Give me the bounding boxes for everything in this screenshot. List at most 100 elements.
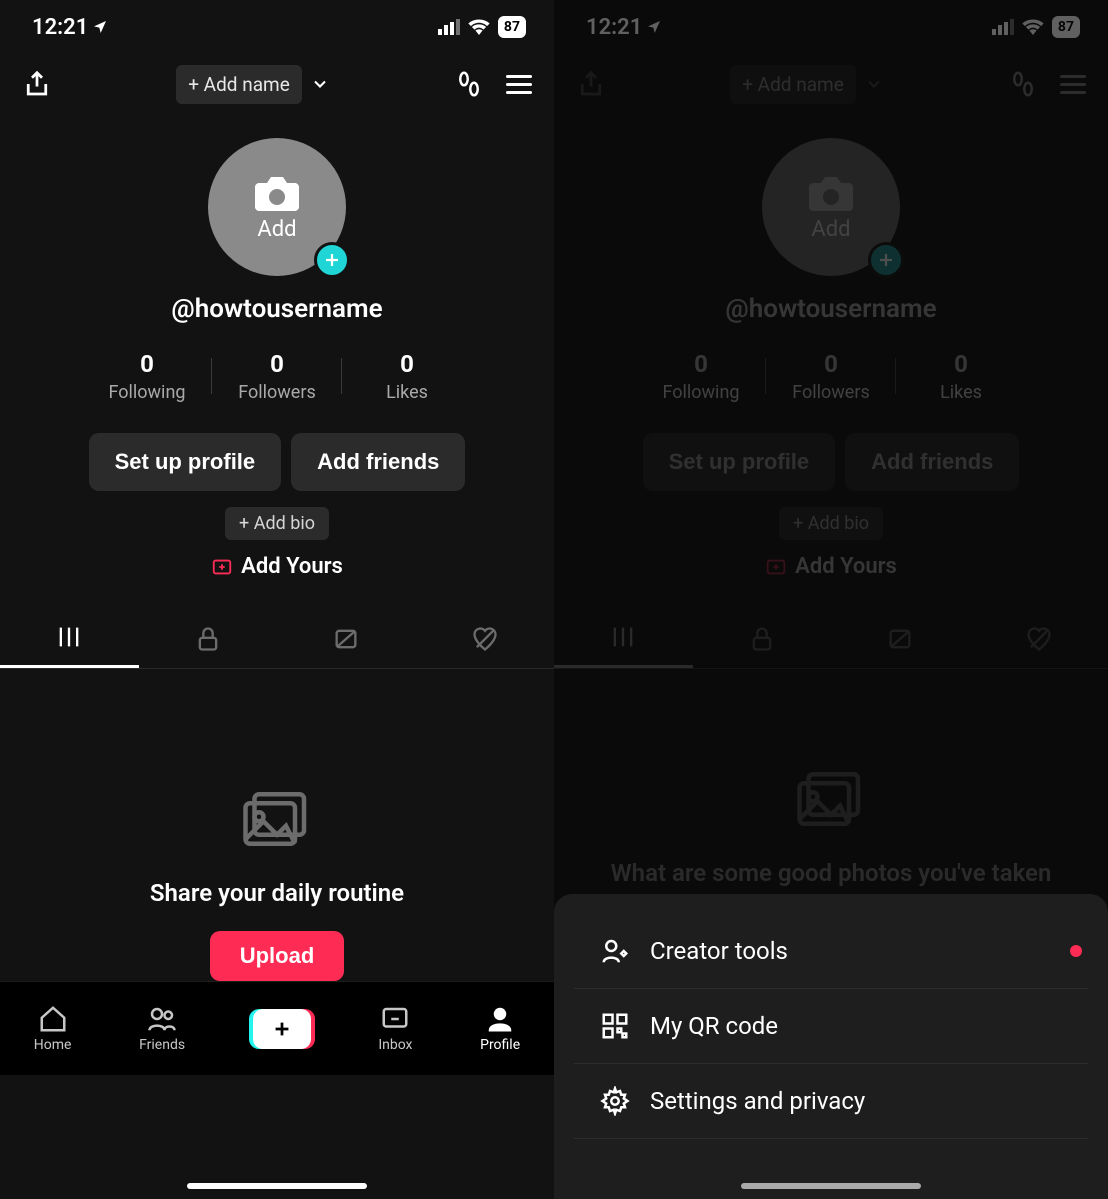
avatar[interactable]: Add	[208, 138, 346, 276]
nav-home-label: Home	[34, 1037, 72, 1053]
gear-icon	[600, 1086, 630, 1116]
status-right: 87	[438, 16, 526, 38]
add-name-label: + Add name	[742, 73, 844, 96]
nav-inbox[interactable]: Inbox	[378, 1004, 412, 1053]
lock-icon	[194, 625, 222, 653]
time-text: 12:21	[32, 15, 88, 40]
likes-count: 0	[896, 350, 1026, 378]
repost-icon	[886, 625, 914, 653]
following-count: 0	[636, 350, 766, 378]
followers-count: 0	[766, 350, 896, 378]
share-icon[interactable]	[22, 69, 52, 99]
empty-state: Share your daily routine Upload	[0, 669, 554, 981]
avatar-plus-badge	[868, 242, 904, 278]
nav-profile-label: Profile	[480, 1037, 520, 1053]
avatar-section: Add @howtousername	[554, 138, 1108, 324]
avatar-add-label: Add	[811, 217, 850, 242]
stat-following: 0 Following	[636, 350, 766, 403]
lock-icon	[748, 625, 776, 653]
phone-left: 12:21 87 + Add name Add	[0, 0, 554, 1199]
photos-icon	[241, 789, 313, 849]
avatar-add-label: Add	[257, 217, 296, 242]
following-label: Following	[82, 382, 212, 403]
sheet-settings[interactable]: Settings and privacy	[574, 1064, 1088, 1139]
battery-indicator: 87	[1052, 16, 1080, 38]
setup-profile-button[interactable]: Set up profile	[89, 433, 282, 491]
stat-likes: 0 Likes	[896, 350, 1026, 403]
nav-create[interactable]	[253, 1009, 311, 1049]
add-name-label: + Add name	[188, 73, 290, 96]
upload-button[interactable]: Upload	[210, 931, 345, 981]
add-yours-button: Add Yours	[554, 554, 1108, 579]
signal-icon	[438, 19, 460, 35]
nav-profile[interactable]: Profile	[480, 1004, 520, 1053]
chevron-down-icon[interactable]	[310, 74, 330, 94]
nav-friends[interactable]: Friends	[139, 1004, 185, 1053]
repost-icon	[332, 625, 360, 653]
following-label: Following	[636, 382, 766, 403]
notification-dot	[1070, 945, 1082, 957]
sheet-settings-label: Settings and privacy	[650, 1087, 865, 1115]
likes-label: Likes	[342, 382, 472, 403]
tab-locked	[693, 609, 832, 668]
followers-count: 0	[212, 350, 342, 378]
status-time: 12:21	[32, 15, 108, 40]
menu-icon	[1060, 70, 1086, 99]
location-arrow-icon	[92, 19, 108, 35]
add-name-button[interactable]: + Add name	[176, 65, 302, 104]
stat-followers[interactable]: 0 Followers	[212, 350, 342, 403]
add-friends-button[interactable]: Add friends	[291, 433, 465, 491]
tab-repost[interactable]	[277, 609, 416, 668]
location-arrow-icon	[646, 19, 662, 35]
nav-friends-label: Friends	[139, 1037, 185, 1053]
time-text: 12:21	[586, 15, 642, 40]
add-bio-button: + Add bio	[779, 507, 883, 540]
tab-feed[interactable]	[0, 609, 139, 668]
tab-locked[interactable]	[139, 609, 278, 668]
nav-inbox-label: Inbox	[378, 1037, 412, 1053]
stat-followers: 0 Followers	[766, 350, 896, 403]
sheet-qr-label: My QR code	[650, 1012, 778, 1040]
photos-icon	[795, 769, 867, 829]
profile-icon	[485, 1004, 515, 1034]
home-indicator	[187, 1183, 367, 1189]
home-icon	[38, 1004, 68, 1034]
top-nav: + Add name	[554, 54, 1108, 114]
stats-row: 0 Following 0 Followers 0 Likes	[554, 350, 1108, 403]
add-yours-button[interactable]: Add Yours	[0, 554, 554, 579]
likes-count: 0	[342, 350, 472, 378]
battery-text: 87	[1058, 19, 1074, 35]
sheet-creator-tools[interactable]: Creator tools	[574, 914, 1088, 989]
friends-icon	[147, 1004, 177, 1034]
tab-liked[interactable]	[416, 609, 555, 668]
setup-profile-button: Set up profile	[643, 433, 836, 491]
avatar-plus-badge[interactable]	[314, 242, 350, 278]
camera-icon	[253, 173, 301, 213]
profile-tabs	[554, 609, 1108, 669]
profile-actions: Set up profile Add friends	[0, 433, 554, 491]
stat-following[interactable]: 0 Following	[82, 350, 212, 403]
stat-likes[interactable]: 0 Likes	[342, 350, 472, 403]
add-name-button: + Add name	[730, 65, 856, 104]
following-count: 0	[82, 350, 212, 378]
stats-row: 0 Following 0 Followers 0 Likes	[0, 350, 554, 403]
plus-icon	[877, 251, 895, 269]
add-yours-label: Add Yours	[241, 554, 343, 579]
add-yours-icon	[765, 556, 787, 578]
nav-home[interactable]: Home	[34, 1004, 72, 1053]
battery-text: 87	[504, 19, 520, 35]
username: @howtousername	[171, 294, 382, 324]
heart-icon	[471, 625, 499, 653]
empty-title: Share your daily routine	[110, 877, 444, 909]
menu-icon[interactable]	[506, 70, 532, 99]
status-bar: 12:21 87	[0, 0, 554, 54]
tab-repost	[831, 609, 970, 668]
avatar: Add	[762, 138, 900, 276]
sheet-creator-label: Creator tools	[650, 937, 788, 965]
share-icon	[576, 69, 606, 99]
status-time: 12:21	[586, 15, 662, 40]
menu-sheet: Creator tools My QR code Settings and pr…	[554, 894, 1108, 1199]
footsteps-icon[interactable]	[454, 69, 484, 99]
add-bio-button[interactable]: + Add bio	[225, 507, 329, 540]
sheet-qr[interactable]: My QR code	[574, 989, 1088, 1064]
